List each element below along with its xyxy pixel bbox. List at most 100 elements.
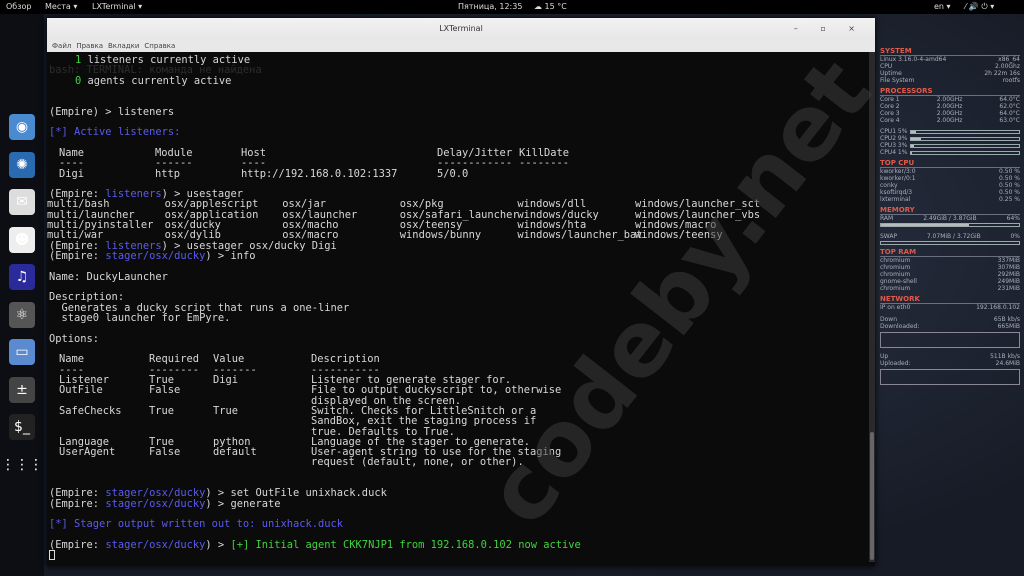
cell: Digi [213, 373, 239, 386]
core-row: Core 1 2.00GHz 64.0°C [880, 96, 1020, 103]
downloaded-label: Downloaded: [880, 323, 920, 330]
ram-process-row: chromium 292MiB [880, 271, 1020, 278]
cpu-label: CPU2 9% [880, 135, 908, 142]
cpu-bar [910, 150, 1020, 155]
cpu-row: CPU2 9% [880, 135, 1020, 142]
status-menu[interactable]: ⁄ 🔊 ⏻ ▾ [965, 0, 994, 14]
prompt-open: (Empire: [49, 497, 106, 510]
language-menu[interactable]: en ▾ [934, 0, 951, 14]
value: 307MiB [997, 264, 1020, 271]
cell: http [155, 167, 181, 180]
cpu-row: CPU3 3% [880, 142, 1020, 149]
dock-files-icon[interactable]: ▭ [9, 339, 35, 365]
swap-percent: 0% [1010, 233, 1020, 240]
stager-item: windows/launcher_bat [517, 229, 643, 242]
title-bar[interactable]: LXTerminal – ▫ × [47, 18, 875, 40]
menu-help[interactable]: Справка [144, 42, 175, 50]
command-line: (Empire: stager/osx/ducky) > info [49, 251, 255, 262]
dock: ◉ ✺ ✉ ☻ ♫ ⚛ ▭ ± $_ ⋮⋮⋮ [0, 14, 44, 576]
scrollbar-thumb[interactable] [870, 432, 874, 560]
value: lxterminal [880, 196, 911, 203]
dock-calculator-icon[interactable]: ± [9, 376, 35, 403]
fs-label: File System [880, 77, 915, 84]
value: kworker/0:1 [880, 175, 916, 182]
stager-item: windows/bunny [399, 229, 482, 242]
down-value: 65B kb/s [993, 316, 1020, 323]
uploaded-value: 24.6MiB [995, 360, 1020, 367]
cursor[interactable] [49, 550, 55, 561]
value: 292MiB [997, 271, 1020, 278]
prompt-open: (Empire: [49, 250, 106, 263]
prompt-close: ) > [205, 539, 231, 552]
dock-mail-icon[interactable]: ✉ [9, 189, 35, 215]
value: Core 3 [880, 110, 900, 117]
menu-tabs[interactable]: Вкладки [108, 42, 139, 50]
process-row: ksoftirqd/3 0.50 % [880, 189, 1020, 196]
weather[interactable]: ☁ 15 °C [534, 0, 567, 14]
up-label: Up [880, 353, 889, 360]
ram-process-row: chromium 337MiB [880, 257, 1020, 264]
cpu-label: CPU1 5% [880, 128, 908, 135]
dock-empathy-icon[interactable]: ☻ [9, 226, 35, 253]
overview-button[interactable]: Обзор [6, 0, 31, 14]
arch: x86_64 [998, 56, 1020, 63]
process-row: kworker/0:1 0.50 % [880, 175, 1020, 182]
text: Name: DuckyLauncher [49, 270, 168, 283]
system-header: SYSTEM [880, 48, 1020, 56]
value: 249MiB [997, 278, 1020, 285]
process-row: conky 0.50 % [880, 182, 1020, 189]
value: 2.00GHz [936, 96, 963, 103]
ip-label: IP on eth0 [880, 304, 911, 311]
value: 0.25 % [999, 196, 1020, 203]
prompt-close: ) > [205, 497, 231, 510]
menu-file[interactable]: Файл [52, 42, 71, 50]
cpu-row: CPU1 5% [880, 128, 1020, 135]
app-menu[interactable]: LXTerminal ▾ [92, 0, 142, 14]
swap-bar [880, 241, 1020, 245]
process-row: kworker/3:0 0.50 % [880, 168, 1020, 175]
value: Core 4 [880, 117, 900, 124]
dock-shutter-icon[interactable]: ✺ [9, 151, 35, 178]
prompt-context: stager/osx/ducky [105, 250, 206, 263]
value: chromium [880, 271, 911, 278]
value: 2.00GHz [936, 103, 963, 110]
top-bar: Обзор Места ▾ LXTerminal ▾ Пятница, 12:3… [0, 0, 1024, 14]
places-menu[interactable]: Места ▾ [45, 0, 77, 14]
prompt-close: ) > [205, 250, 231, 263]
menu-edit[interactable]: Правка [76, 42, 103, 50]
cell: True [149, 404, 175, 417]
terminal-output[interactable]: 1 listeners currently active bash: TERMIN… [47, 52, 869, 562]
cpu-bar [910, 129, 1020, 134]
uptime-value: 2h 22m 16s [984, 70, 1020, 77]
ram-label: RAM [880, 215, 894, 222]
ram-process-row: gnome-shell 249MiB [880, 278, 1020, 285]
scrollbar[interactable] [869, 52, 875, 562]
value: 0.50 % [999, 168, 1020, 175]
value: chromium [880, 264, 911, 271]
description: request (default, none, or other). [311, 456, 524, 469]
stager-item: windows/teensy [635, 229, 723, 242]
kernel: Linux 3.16.0-4-amd64 [880, 56, 947, 63]
dock-settings-icon[interactable]: ⚛ [9, 301, 35, 328]
cell: Digi [59, 167, 85, 180]
dock-apps-icon[interactable]: ⋮⋮⋮ [1, 452, 43, 478]
dock-terminal-icon[interactable]: $_ [9, 414, 35, 440]
window-controls[interactable]: – ▫ × [794, 18, 865, 40]
cell: default [213, 446, 257, 459]
clock[interactable]: Пятница, 12:35 [458, 0, 522, 14]
cpu-bar [910, 136, 1020, 141]
cpu-label: CPU3 3% [880, 142, 908, 149]
value: kworker/3:0 [880, 168, 916, 175]
terminal-window: LXTerminal – ▫ × Файл Правка Вкладки Справка… [47, 18, 875, 566]
value: ksoftirqd/3 [880, 189, 913, 196]
upload-graph [880, 369, 1020, 385]
desc-line: stage0 launcher for EmPyre. [49, 313, 231, 324]
value: 0.50 % [999, 182, 1020, 189]
cell: UserAgent [59, 446, 116, 459]
dock-rhythmbox-icon[interactable]: ♫ [9, 264, 35, 290]
dock-chromium-icon[interactable]: ◉ [9, 114, 35, 140]
uptime-label: Uptime [880, 70, 902, 77]
menu-bar: Файл Правка Вкладки Справка [47, 40, 875, 52]
prompt-context: listeners [105, 188, 162, 201]
text: info [230, 250, 256, 263]
